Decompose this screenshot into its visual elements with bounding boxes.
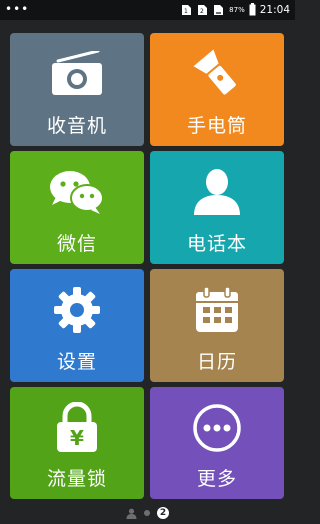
status-time: 21:04 — [259, 4, 290, 16]
tile-traffic-lock[interactable]: ¥ 流量锁 — [10, 387, 144, 499]
radio-icon — [10, 43, 144, 105]
tile-label: 更多 — [196, 468, 237, 490]
current-page-indicator[interactable]: 2 — [157, 507, 169, 519]
more-dots-icon — [150, 397, 284, 459]
tile-label: 收音机 — [46, 115, 107, 137]
flashlight-icon — [150, 43, 284, 105]
lock-yuan-icon: ¥ — [10, 397, 144, 459]
sim2-signal-icon: 2 — [197, 1, 209, 20]
tile-contacts[interactable]: 电话本 — [150, 151, 284, 264]
home-person-icon[interactable] — [126, 504, 137, 523]
menu-dots: ••• — [5, 2, 30, 16]
battery-percent: 87% — [229, 6, 245, 14]
page-dot[interactable] — [144, 510, 150, 516]
tile-calendar[interactable]: 日历 — [150, 269, 284, 382]
contact-person-icon — [150, 161, 284, 223]
status-icons: 1 2 87% 21:04 — [181, 2, 290, 18]
svg-text:¥: ¥ — [70, 426, 84, 450]
tile-radio[interactable]: 收音机 — [10, 33, 144, 146]
sim1-signal-icon: 1 — [181, 1, 193, 20]
status-bar: ••• 1 2 87% 21:04 — [0, 0, 295, 20]
svg-text:1: 1 — [184, 8, 188, 15]
gear-icon — [10, 279, 144, 341]
svg-text:2: 2 — [200, 8, 204, 15]
tile-settings[interactable]: 设置 — [10, 269, 144, 382]
tile-label: 设置 — [56, 351, 97, 373]
tile-wechat[interactable]: 微信 — [10, 151, 144, 264]
tile-label: 微信 — [56, 233, 97, 255]
tile-label: 日历 — [196, 351, 237, 373]
battery-icon — [249, 1, 256, 20]
tile-more[interactable]: 更多 — [150, 387, 284, 499]
wechat-icon — [10, 161, 144, 223]
tile-label: 电话本 — [186, 233, 247, 255]
tile-label: 手电筒 — [186, 115, 247, 137]
tile-label: 流量锁 — [46, 468, 107, 490]
page-indicator[interactable]: 2 — [0, 504, 295, 522]
calendar-icon — [150, 279, 284, 341]
tile-flashlight[interactable]: 手电筒 — [150, 33, 284, 146]
signal-icon — [213, 1, 225, 20]
